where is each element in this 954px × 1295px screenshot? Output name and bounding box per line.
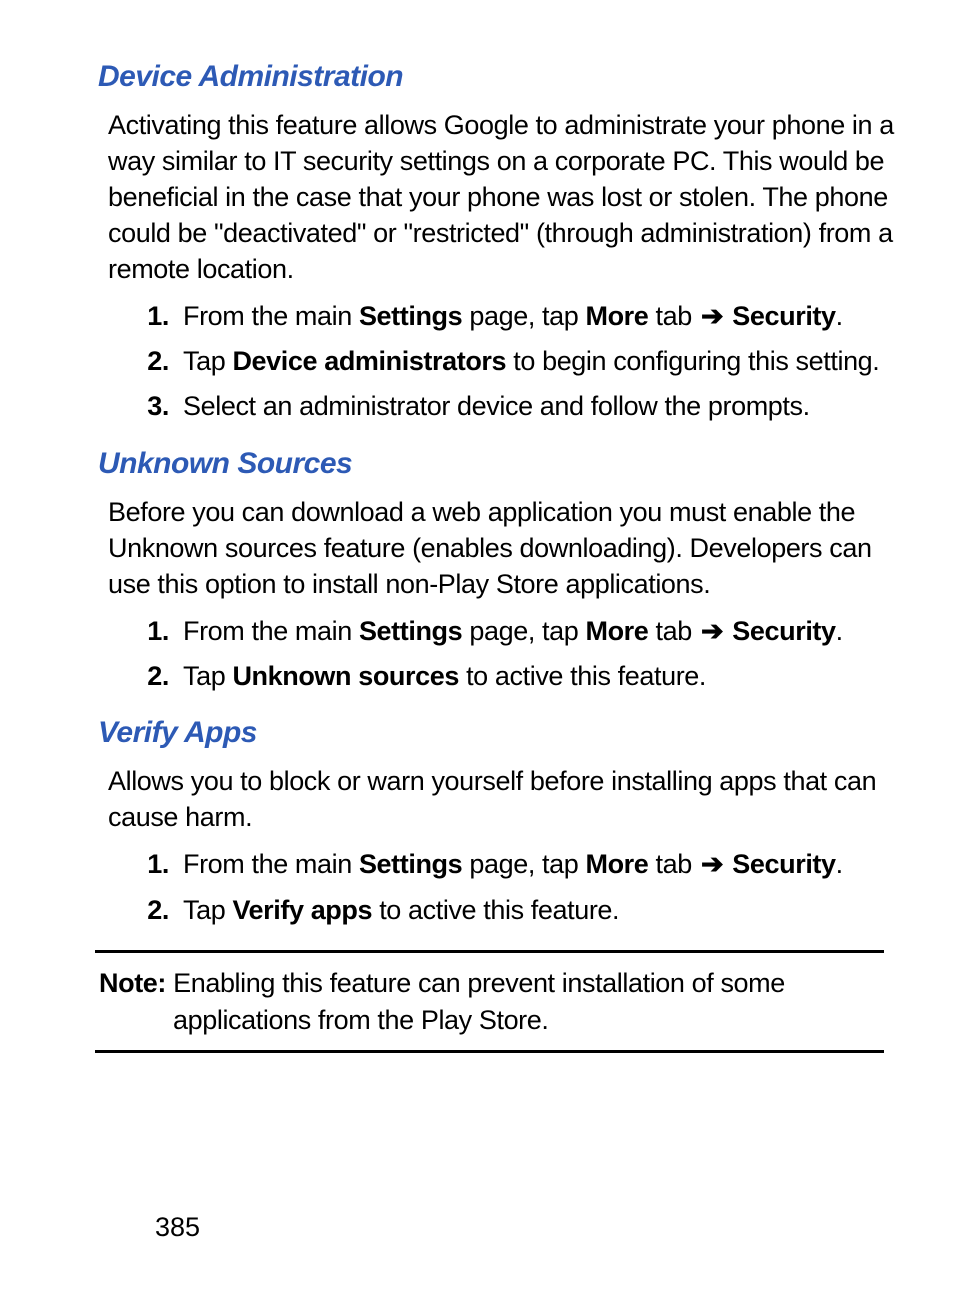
step-body: From the main Settings page, tap More ta… xyxy=(183,613,894,649)
note-box: Note: Enabling this feature can prevent … xyxy=(95,950,884,1053)
body-text: Activating this feature allows Google to… xyxy=(108,108,894,288)
list-item: 1. From the main Settings page, tap More… xyxy=(143,613,894,649)
list-item: 1. From the main Settings page, tap More… xyxy=(143,846,894,882)
step-number: 1. xyxy=(143,298,183,334)
arrow-icon: ➔ xyxy=(699,846,725,882)
step-body: Select an administrator device and follo… xyxy=(183,388,894,424)
step-body: From the main Settings page, tap More ta… xyxy=(183,298,894,334)
step-number: 2. xyxy=(143,658,183,694)
list-item: 2. Tap Device administrators to begin co… xyxy=(143,343,894,379)
body-text: Before you can download a web applicatio… xyxy=(108,495,894,603)
step-number: 2. xyxy=(143,343,183,379)
body-text: Allows you to block or warn yourself bef… xyxy=(108,764,894,836)
step-body: From the main Settings page, tap More ta… xyxy=(183,846,894,882)
arrow-icon: ➔ xyxy=(699,613,725,649)
section-heading-unknown-sources: Unknown Sources xyxy=(98,447,894,481)
ordered-list: 1. From the main Settings page, tap More… xyxy=(95,613,894,695)
note-text: Note: Enabling this feature can prevent … xyxy=(99,965,880,1038)
step-number: 1. xyxy=(143,613,183,649)
page-number: 385 xyxy=(155,1212,200,1243)
step-number: 3. xyxy=(143,388,183,424)
list-item: 2. Tap Verify apps to active this featur… xyxy=(143,892,894,928)
step-number: 1. xyxy=(143,846,183,882)
step-body: Tap Verify apps to active this feature. xyxy=(183,892,894,928)
section-heading-device-admin: Device Administration xyxy=(98,60,894,94)
list-item: 1. From the main Settings page, tap More… xyxy=(143,298,894,334)
step-body: Tap Unknown sources to active this featu… xyxy=(183,658,894,694)
note-label: Note: xyxy=(99,968,166,998)
step-body: Tap Device administrators to begin confi… xyxy=(183,343,894,379)
section-heading-verify-apps: Verify Apps xyxy=(98,716,894,750)
arrow-icon: ➔ xyxy=(699,298,725,334)
ordered-list: 1. From the main Settings page, tap More… xyxy=(95,298,894,425)
list-item: 3. Select an administrator device and fo… xyxy=(143,388,894,424)
step-number: 2. xyxy=(143,892,183,928)
list-item: 2. Tap Unknown sources to active this fe… xyxy=(143,658,894,694)
ordered-list: 1. From the main Settings page, tap More… xyxy=(95,846,894,928)
